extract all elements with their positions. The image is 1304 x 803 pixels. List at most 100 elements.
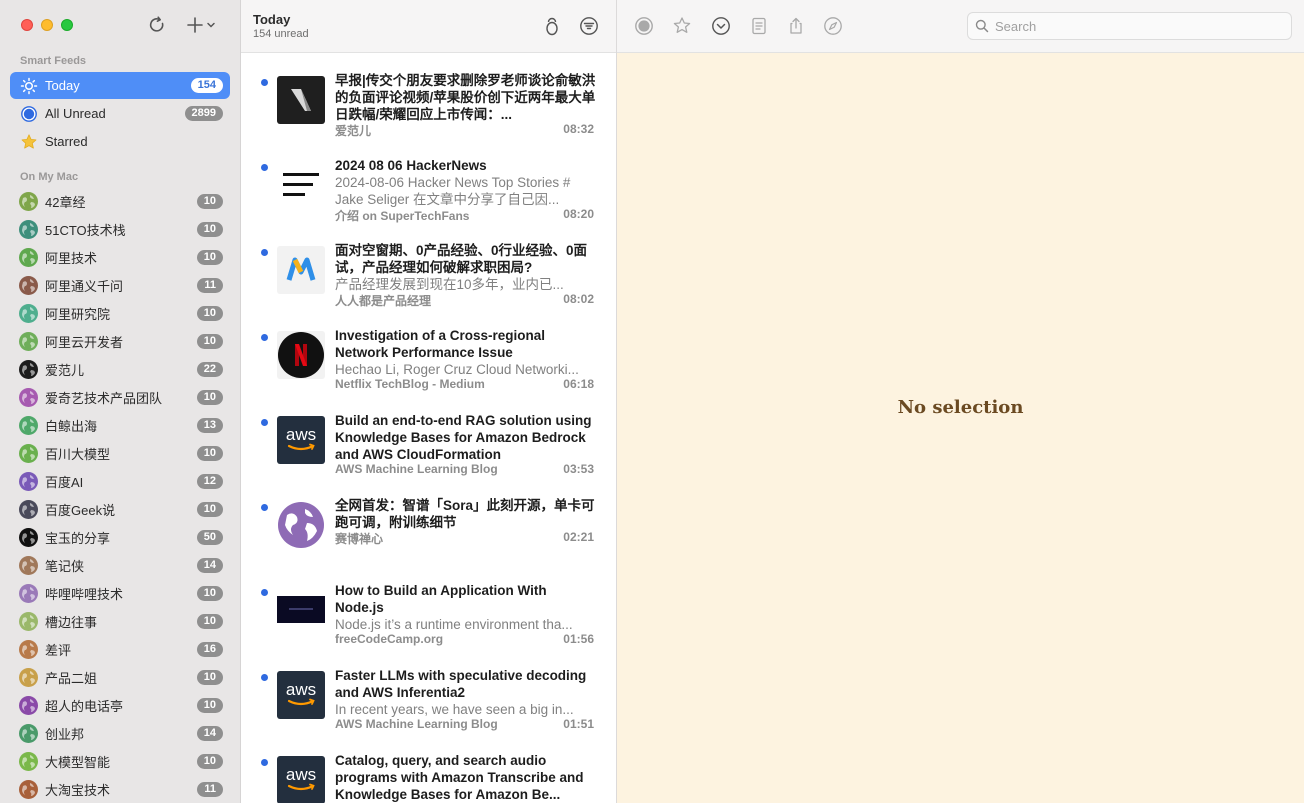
article-item[interactable]: 全网首发：智谱「Sora」此刻开源，单卡可跑可调，附训练细节 赛博禅心 02:2… [241, 480, 616, 565]
sidebar-feed-item[interactable]: 爱奇艺技术产品团队 10 [10, 383, 230, 411]
article-time: 08:32 [563, 122, 594, 136]
sidebar-feed-item[interactable]: 爱范儿 22 [10, 355, 230, 383]
ifanr-logo-icon [277, 76, 325, 124]
article-source: 介绍 on SuperTechFans [335, 209, 470, 223]
article-source: 赛博禅心 [335, 532, 384, 546]
feed-label: 42章经 [45, 194, 86, 210]
article-item[interactable]: aws Catalog, query, and search audio pro… [241, 735, 616, 803]
unread-circle-icon [20, 105, 38, 123]
smart-feed-label: Starred [45, 134, 88, 149]
sidebar-feed-item[interactable]: 超人的电话亭 10 [10, 691, 230, 719]
article-title: 面对空窗期、0产品经验、0行业经验、0面试，产品经理如何破解求职困局? [335, 243, 588, 275]
sidebar-feed-item[interactable]: 哔哩哔哩技术 10 [10, 579, 230, 607]
article-meta: 介绍 on SuperTechFans 08:20 [335, 207, 594, 224]
article-meta: 人人都是产品经理 08:02 [335, 292, 594, 309]
article-item[interactable]: aws Faster LLMs with speculative decodin… [241, 650, 616, 735]
unread-count-badge: 154 [190, 78, 223, 93]
sidebar-feed-item[interactable]: 阿里通义千问 11 [10, 271, 230, 299]
reader-view-button[interactable] [749, 16, 769, 36]
smart-feed-label: Today [45, 78, 80, 93]
article-summary: Hechao Li, Roger Cruz Cloud Networki... [335, 362, 579, 377]
timeline-header: Today 154 unread [241, 0, 616, 53]
filter-read-button[interactable] [579, 16, 599, 36]
sidebar-feed-item[interactable]: 白鲸出海 13 [10, 411, 230, 439]
sidebar-feed-item[interactable]: 笔记侠 14 [10, 551, 230, 579]
refresh-button[interactable] [146, 14, 168, 36]
sidebar-feed-item[interactable]: 大淘宝技术 11 [10, 775, 230, 803]
minimize-window-button[interactable] [41, 19, 53, 31]
mark-all-read-button[interactable] [542, 16, 562, 36]
feed-globe-icon [19, 499, 38, 519]
sidebar-feed-item[interactable]: 产品二姐 10 [10, 663, 230, 691]
unread-count-badge: 14 [196, 557, 223, 573]
article-meta: 爱范儿 08:32 [335, 122, 594, 139]
compass-icon [824, 17, 842, 35]
feed-globe-icon [19, 387, 38, 407]
sidebar-feed-item[interactable]: 创业邦 14 [10, 719, 230, 747]
article-item[interactable]: aws Build an end-to-end RAG solution usi… [241, 395, 616, 480]
search-input[interactable] [995, 18, 1275, 34]
sidebar-feed-item[interactable]: 51CTO技术栈 10 [10, 215, 230, 243]
sidebar-feed-item[interactable]: 差评 16 [10, 635, 230, 663]
aws-logo-icon: aws [277, 756, 325, 803]
feed-globe-icon [19, 359, 38, 379]
chevron-circle-down-icon [712, 17, 730, 35]
mark-read-button[interactable] [634, 16, 654, 36]
sun-icon [20, 77, 38, 95]
star-button[interactable] [672, 16, 692, 36]
feed-label: 51CTO技术栈 [45, 222, 126, 238]
sidebar-feed-item[interactable]: 宝玉的分享 50 [10, 523, 230, 551]
unread-count-badge: 10 [196, 333, 223, 349]
sidebar-feed-item[interactable]: 阿里云开发者 10 [10, 327, 230, 355]
smart-feed-today[interactable]: Today 154 [10, 72, 230, 99]
sidebar-feed-item[interactable]: 百度Geek说 10 [10, 495, 230, 523]
sidebar-feed-item[interactable]: 百度AI 12 [10, 467, 230, 495]
zoom-window-button[interactable] [61, 19, 73, 31]
unread-dot [261, 334, 268, 341]
plus-icon [187, 17, 203, 33]
article-time: 02:21 [563, 530, 594, 544]
article-item[interactable]: How to Build an Application With Node.js… [241, 565, 616, 650]
article-time: 01:51 [563, 717, 594, 731]
article-source: Netflix TechBlog - Medium [335, 377, 485, 391]
close-window-button[interactable] [21, 19, 33, 31]
article-item[interactable]: 面对空窗期、0产品经验、0行业经验、0面试，产品经理如何破解求职困局? 产品经理… [241, 225, 616, 310]
article-item[interactable]: Investigation of a Cross-regional Networ… [241, 310, 616, 395]
article-detail-pane: No selection [617, 0, 1304, 803]
unread-dot [261, 504, 268, 511]
unread-count-badge: 13 [196, 417, 223, 433]
sidebar-feed-item[interactable]: 大模型智能 10 [10, 747, 230, 775]
unread-dot [261, 249, 268, 256]
feed-globe-icon [19, 247, 38, 267]
share-button[interactable] [786, 16, 806, 36]
article-item[interactable]: 2024 08 06 HackerNews 2024-08-06 Hacker … [241, 140, 616, 225]
feed-label: 笔记侠 [45, 558, 85, 574]
mark-all-read-icon [546, 17, 558, 36]
smart-feed-all-unread[interactable]: All Unread 2899 [10, 100, 230, 127]
article-source: 爱范儿 [335, 124, 372, 138]
freecodecamp-thumbnail-icon [277, 586, 325, 634]
smart-feed-starred[interactable]: Starred [10, 128, 230, 155]
sidebar-feed-item[interactable]: 阿里研究院 10 [10, 299, 230, 327]
open-in-browser-button[interactable] [823, 16, 843, 36]
search-field[interactable] [967, 12, 1292, 40]
unread-count-badge: 14 [196, 725, 223, 741]
article-title: 早报|传交个朋友要求删除罗老师谈论俞敏洪的负面评论视频/苹果股价创下近两年最大单… [335, 73, 596, 122]
article-meta: AWS Machine Learning Blog 03:53 [335, 462, 594, 476]
feed-label: 创业邦 [45, 726, 85, 742]
feed-globe-icon [19, 723, 38, 743]
sidebar-feed-item[interactable]: 42章经 10 [10, 187, 230, 215]
document-icon [752, 17, 766, 35]
next-unread-button[interactable] [711, 16, 731, 36]
feed-globe-icon [19, 639, 38, 659]
feed-label: 槽边往事 [45, 614, 98, 630]
sidebar-feed-item[interactable]: 百川大模型 10 [10, 439, 230, 467]
sidebar-feed-item[interactable]: 阿里技术 10 [10, 243, 230, 271]
add-feed-button[interactable] [186, 14, 222, 36]
aws-logo-icon: aws [277, 416, 325, 464]
article-title: Build an end-to-end RAG solution using K… [335, 413, 592, 462]
article-item[interactable]: 早报|传交个朋友要求删除罗老师谈论俞敏洪的负面评论视频/苹果股价创下近两年最大单… [241, 55, 616, 140]
feed-label: 爱奇艺技术产品团队 [45, 390, 163, 406]
sidebar-feed-item[interactable]: 槽边往事 10 [10, 607, 230, 635]
no-selection-text: No selection [897, 397, 1024, 418]
